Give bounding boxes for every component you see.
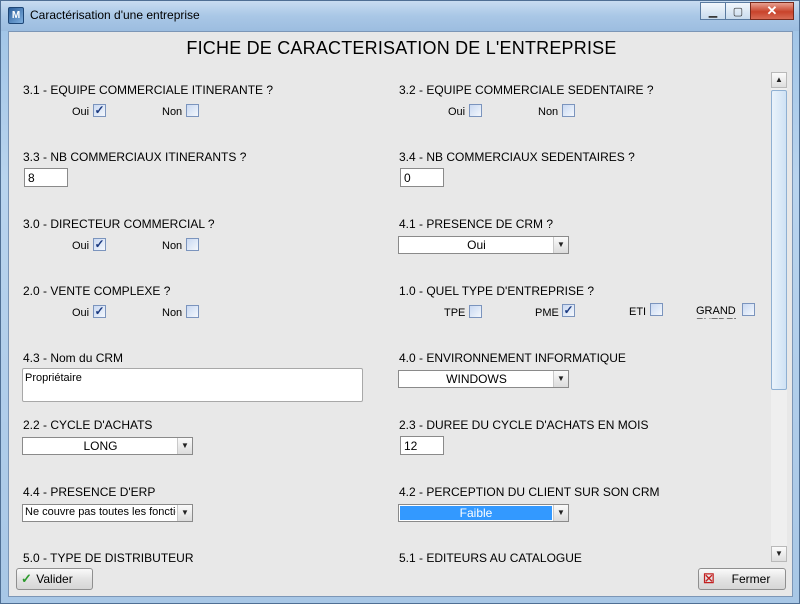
chevron-down-icon[interactable]: ▼ [553,371,568,387]
q34-label: 3.4 - NB COMMERCIAUX SEDENTAIRES ? [399,150,635,164]
q32-non-checkbox[interactable] [562,104,575,117]
scroll-thumb[interactable] [771,90,787,390]
q50-label: 5.0 - TYPE DE DISTRIBUTEUR [23,551,194,562]
q10-label: 1.0 - QUEL TYPE D'ENTREPRISE ? [399,284,595,298]
q22-label: 2.2 - CYCLE D'ACHATS [23,418,153,432]
clipped-row: 5.0 - TYPE DE DISTRIBUTEUR 5.1 - EDITEUR… [9,550,769,562]
q32-non-label: Non [538,106,559,118]
q40-label: 4.0 - ENVIRONNEMENT INFORMATIQUE [399,351,626,365]
q34-input[interactable]: 0 [400,168,444,187]
q42-label: 4.2 - PERCEPTION DU CLIENT SUR SON CRM [399,485,660,499]
scroll-down-icon[interactable]: ▼ [771,546,787,562]
q30-oui-label: Oui [72,240,90,252]
scroll-up-icon[interactable]: ▲ [771,72,787,88]
q20-oui-label: Oui [72,307,90,319]
q44-dropdown[interactable]: Ne couvre pas toutes les fonctions ▼ [22,504,193,522]
q43-label: 4.3 - Nom du CRM [23,351,124,365]
fermer-label: Fermer [731,572,771,586]
title-bar[interactable]: M Caractérisation d'une entreprise ▁ ▢ ✕ [1,1,799,31]
valider-button[interactable]: ✓ Valider [16,568,93,590]
q32-oui-checkbox[interactable] [469,104,482,117]
q33-input[interactable]: 8 [24,168,68,187]
close-x-icon: ☒ [703,571,715,586]
q10-pme-checkbox[interactable]: ✓ [562,304,575,317]
q33-label: 3.3 - NB COMMERCIAUX ITINERANTS ? [23,150,247,164]
valider-label: Valider [36,572,73,586]
maximize-icon: ▢ [732,5,744,18]
q43-textarea[interactable]: Propriétaire [22,368,363,402]
minimize-icon: ▁ [708,5,718,18]
q20-non-checkbox[interactable] [186,305,199,318]
q30-label: 3.0 - DIRECTEUR COMMERCIAL ? [23,217,215,231]
q20-oui-checkbox[interactable]: ✓ [93,305,106,318]
chevron-down-icon[interactable]: ▼ [177,505,192,521]
q20-non-label: Non [162,307,183,319]
window-controls: ▁ ▢ ✕ [700,2,794,20]
q30-non-label: Non [162,240,183,252]
chevron-down-icon[interactable]: ▼ [177,438,192,454]
q23-input[interactable]: 12 [400,436,444,455]
q32-label: 3.2 - EQUIPE COMMERCIALE SEDENTAIRE ? [399,83,654,97]
chevron-down-icon[interactable]: ▼ [553,237,568,253]
q10-eti-label: ETI [629,306,647,318]
maximize-button[interactable]: ▢ [725,2,751,20]
form-panel: FICHE DE CARACTERISATION DE L'ENTREPRISE… [8,31,793,597]
q10-tpe-checkbox[interactable] [469,305,482,318]
q10-eti-checkbox[interactable] [650,303,663,316]
q41-dropdown[interactable]: Oui ▼ [398,236,569,254]
q10-pme-label: PME [535,307,559,319]
fermer-button[interactable]: ☒ Fermer [698,568,786,590]
page-title: FICHE DE CARACTERISATION DE L'ENTREPRISE [186,38,617,58]
chevron-down-icon[interactable]: ▼ [553,505,568,521]
q31-label: 3.1 - EQUIPE COMMERCIALE ITINERANTE ? [23,83,274,97]
q31-oui-label: Oui [72,106,90,118]
q31-non-checkbox[interactable] [186,104,199,117]
q10-tpe-label: TPE [444,307,466,319]
q22-value: LONG [83,439,118,453]
q40-dropdown[interactable]: WINDOWS ▼ [398,370,569,388]
q31-non-label: Non [162,106,183,118]
q41-label: 4.1 - PRESENCE DE CRM ? [399,217,554,231]
close-window-button[interactable]: ✕ [750,2,794,20]
q10-grande-label: GRANDE ENTREPRISE [696,305,736,319]
q20-label: 2.0 - VENTE COMPLEXE ? [23,284,171,298]
app-icon: M [8,7,24,24]
window-title: Caractérisation d'une entreprise [30,8,200,22]
q22-dropdown[interactable]: LONG ▼ [22,437,193,455]
q10-grande-checkbox[interactable] [742,303,755,316]
q42-dropdown[interactable]: Faible ▼ [398,504,569,522]
q32-oui-label: Oui [448,106,466,118]
q41-value: Oui [467,238,486,252]
q42-value: Faible [400,506,552,520]
q30-non-checkbox[interactable] [186,238,199,251]
q51-label: 5.1 - EDITEURS AU CATALOGUE [399,551,582,562]
vertical-scrollbar[interactable]: ▲ ▼ [771,72,787,562]
minimize-button[interactable]: ▁ [700,2,726,20]
q30-oui-checkbox[interactable]: ✓ [93,238,106,251]
q44-value: Ne couvre pas toutes les fonctions [25,506,176,518]
close-icon: ✕ [766,3,778,18]
q31-oui-checkbox[interactable]: ✓ [93,104,106,117]
q40-value: WINDOWS [446,372,507,386]
app-window: M Caractérisation d'une entreprise ▁ ▢ ✕… [0,0,800,604]
q23-label: 2.3 - DUREE DU CYCLE D'ACHATS EN MOIS [399,418,649,432]
q44-label: 4.4 - PRESENCE D'ERP [23,485,156,499]
